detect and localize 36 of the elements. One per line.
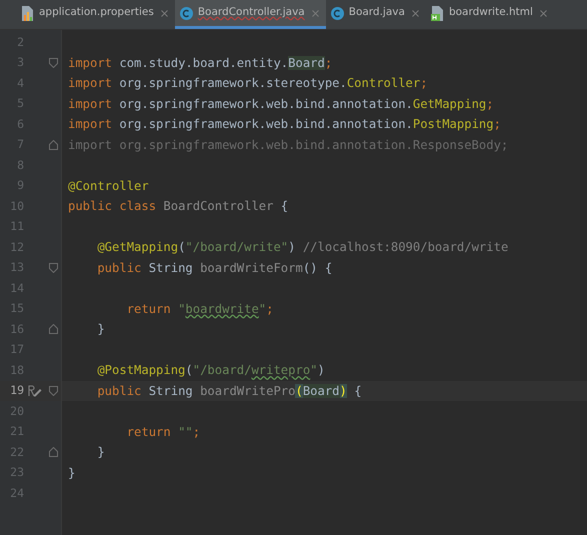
close-icon[interactable] (538, 8, 549, 18)
code-line: public class BoardController { (68, 198, 288, 216)
code-line: import com.study.board.entity.Board; (68, 54, 332, 72)
fold-marker-icon[interactable] (48, 140, 58, 150)
line-number: 19 (9, 382, 24, 400)
code-line: } (96, 321, 105, 338)
code-line: } (68, 464, 76, 482)
code-line: public String boardWritePro(Board) { (96, 382, 362, 400)
fold-marker-icon[interactable] (48, 58, 58, 68)
class-icon (330, 6, 344, 20)
file-tab[interactable]: BoardController.java (174, 0, 326, 29)
fold-marker-icon[interactable] (48, 262, 58, 273)
file-tab[interactable]: application.properties (16, 0, 175, 29)
file-tab[interactable]: boardwrite.html (426, 0, 554, 29)
close-icon[interactable] (158, 8, 170, 18)
code-line: return ""; (126, 424, 200, 441)
code-line: @PostMapping("/board/writepro") (96, 362, 325, 380)
code-line: @GetMapping("/board/write") //localhost:8090/board/write (96, 239, 508, 256)
code-line: import org.springframework.web.bind.annotation.ResponseBody; (68, 136, 508, 154)
html-file-icon (430, 6, 444, 20)
code-line: } (96, 444, 105, 462)
code-line: return "boardwrite"; (126, 300, 274, 318)
class-icon (180, 6, 193, 20)
code-line: import org.springframework.web.bind.annotation.GetMapping; (68, 96, 494, 113)
pencil-icon[interactable] (28, 384, 42, 397)
code-line: public String boardWriteForm() { (96, 260, 332, 277)
file-tab[interactable]: Board.java (326, 0, 426, 29)
code-line: import org.springframework.stereotype.Controller; (68, 75, 428, 92)
fold-marker-icon[interactable] (48, 447, 58, 458)
file-chart-icon (21, 6, 34, 20)
close-icon[interactable] (310, 8, 321, 18)
code-line: @Controller (68, 178, 149, 195)
fold-marker-icon[interactable] (48, 324, 58, 334)
close-icon[interactable] (410, 8, 421, 18)
fold-marker-icon[interactable] (48, 386, 58, 396)
code-line: import org.springframework.web.bind.annotation.PostMapping; (68, 116, 501, 134)
